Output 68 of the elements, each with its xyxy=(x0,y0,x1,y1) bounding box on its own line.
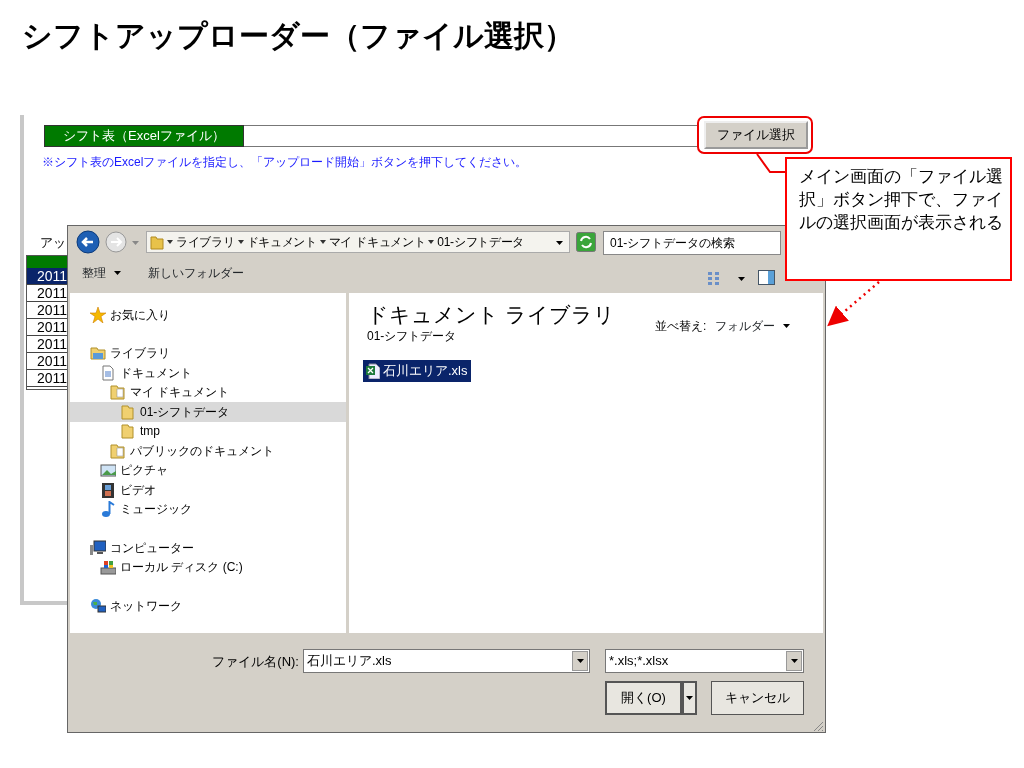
star-icon xyxy=(90,306,106,323)
toolbar-button[interactable]: 新しいフォルダー xyxy=(148,264,244,282)
folder-icon xyxy=(120,403,136,420)
filename-label: ファイル名(N): xyxy=(212,653,299,671)
folder-icon xyxy=(150,234,164,250)
instruction-text: ※シフト表のExcelファイルを指定し、「アップロード開始」ボタンを押下してください。 xyxy=(42,154,528,171)
tree-item[interactable]: tmp xyxy=(70,421,346,441)
folder-icon xyxy=(110,384,126,401)
caret-icon xyxy=(319,240,326,244)
picture-icon xyxy=(100,462,116,479)
open-button[interactable]: 開く(O) xyxy=(605,681,682,715)
caret-icon xyxy=(556,241,563,245)
document-icon xyxy=(100,364,116,381)
tree-item[interactable]: パブリックのドキュメント xyxy=(70,441,346,461)
cancel-button[interactable]: キャンセル xyxy=(711,681,804,715)
computer-icon xyxy=(90,539,106,556)
music-note-icon xyxy=(100,501,116,518)
caret-icon xyxy=(738,277,745,281)
file-select-button[interactable]: ファイル選択 xyxy=(704,121,808,149)
caret-icon xyxy=(132,241,139,245)
tree-item[interactable]: ビデオ xyxy=(70,480,346,500)
slide-title: シフトアップローダー（ファイル選択） xyxy=(22,18,574,54)
tree-item[interactable]: ミュージック xyxy=(70,499,346,519)
section-label: アッ xyxy=(40,234,66,252)
sort-dropdown[interactable]: フォルダー xyxy=(715,317,790,335)
preview-pane-icon[interactable] xyxy=(758,270,775,285)
spreadsheet-icon xyxy=(366,362,380,379)
film-icon xyxy=(100,481,116,498)
breadcrumb-item[interactable]: マイ ドキュメント xyxy=(328,233,426,251)
field-label: シフト表（Excelファイル） xyxy=(44,125,244,147)
caret-icon xyxy=(790,659,798,663)
refresh-button[interactable] xyxy=(576,232,596,252)
caret-icon xyxy=(783,324,790,328)
sort-label: 並べ替え: xyxy=(655,318,707,335)
forward-button[interactable] xyxy=(105,231,127,253)
file-item[interactable]: 石川エリア.xls xyxy=(363,360,471,382)
toolbar-button[interactable]: 整理 xyxy=(82,264,121,282)
library-icon xyxy=(90,345,106,362)
caret-icon xyxy=(428,240,435,244)
caret-icon xyxy=(114,271,121,275)
breadcrumb-item[interactable]: ドキュメント xyxy=(246,233,317,251)
open-menu-button[interactable] xyxy=(682,681,697,715)
folder-icon xyxy=(110,442,126,459)
caret-icon xyxy=(167,240,173,244)
tree-item[interactable]: コンピューター xyxy=(70,538,346,558)
library-heading: ドキュメント ライブラリ xyxy=(367,302,615,328)
file-path-field[interactable] xyxy=(244,125,699,147)
address-bar[interactable]: ライブラリ ドキュメント マイ ドキュメント 01-シフトデータ xyxy=(146,231,570,253)
file-type-combobox[interactable]: *.xls;*.xlsx xyxy=(605,649,804,673)
caret-icon xyxy=(576,659,584,663)
resize-grip-icon xyxy=(812,720,824,732)
breadcrumb-item[interactable]: 01-シフトデータ xyxy=(437,233,524,251)
tree-item[interactable]: ネットワーク xyxy=(70,596,346,616)
back-button[interactable] xyxy=(76,230,100,254)
drive-icon xyxy=(100,559,116,576)
callout-text: メイン画面の「ファイル選択」ボタン押下で、ファイルの選択画面が表示される xyxy=(785,157,1012,281)
tree-item[interactable]: ピクチャ xyxy=(70,460,346,480)
tree-item[interactable]: 01-シフトデータ xyxy=(70,402,346,422)
breadcrumb-item[interactable]: ライブラリ xyxy=(176,233,235,251)
leader-line xyxy=(756,153,788,174)
caret-icon xyxy=(686,696,693,700)
search-field[interactable]: 01-シフトデータの検索 xyxy=(603,231,781,255)
tree-item[interactable]: ローカル ディスク (C:) xyxy=(70,557,346,577)
network-icon xyxy=(90,597,106,614)
folder-subtitle: 01-シフトデータ xyxy=(367,328,457,345)
folder-icon xyxy=(120,423,136,440)
filename-combobox[interactable]: 石川エリア.xls xyxy=(303,649,590,673)
caret-icon xyxy=(237,240,244,244)
